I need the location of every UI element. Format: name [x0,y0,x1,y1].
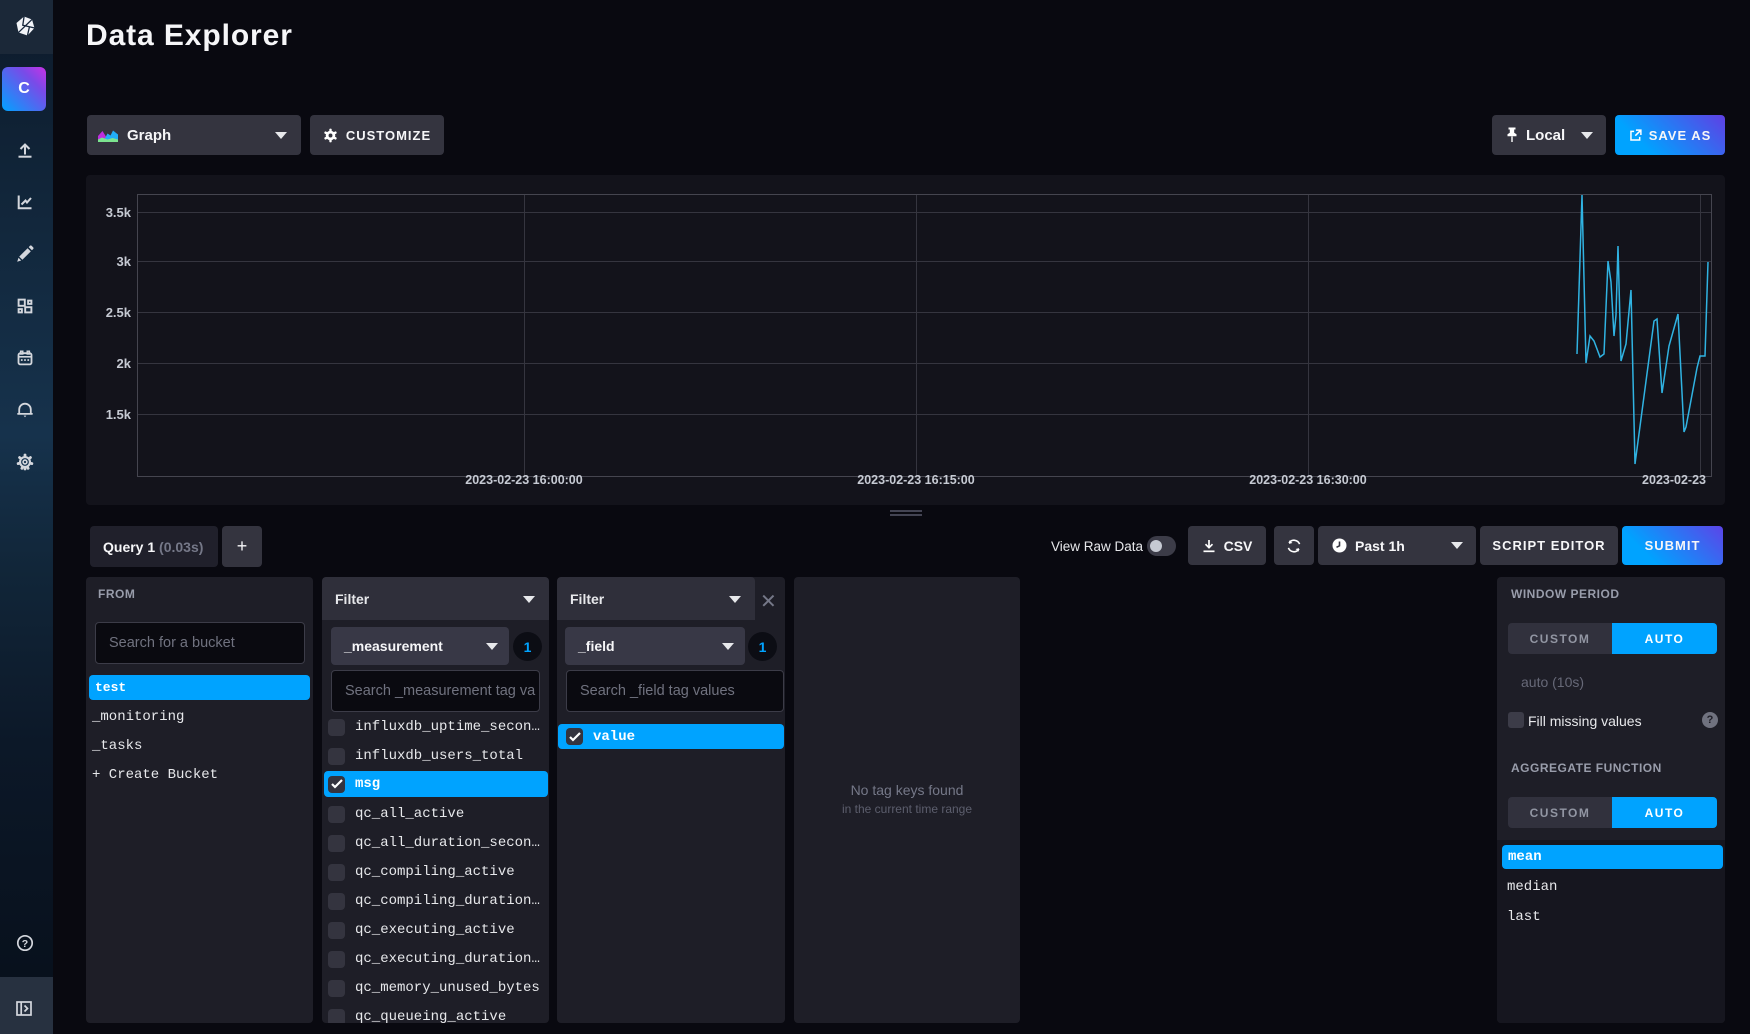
svg-text:?: ? [22,938,28,950]
